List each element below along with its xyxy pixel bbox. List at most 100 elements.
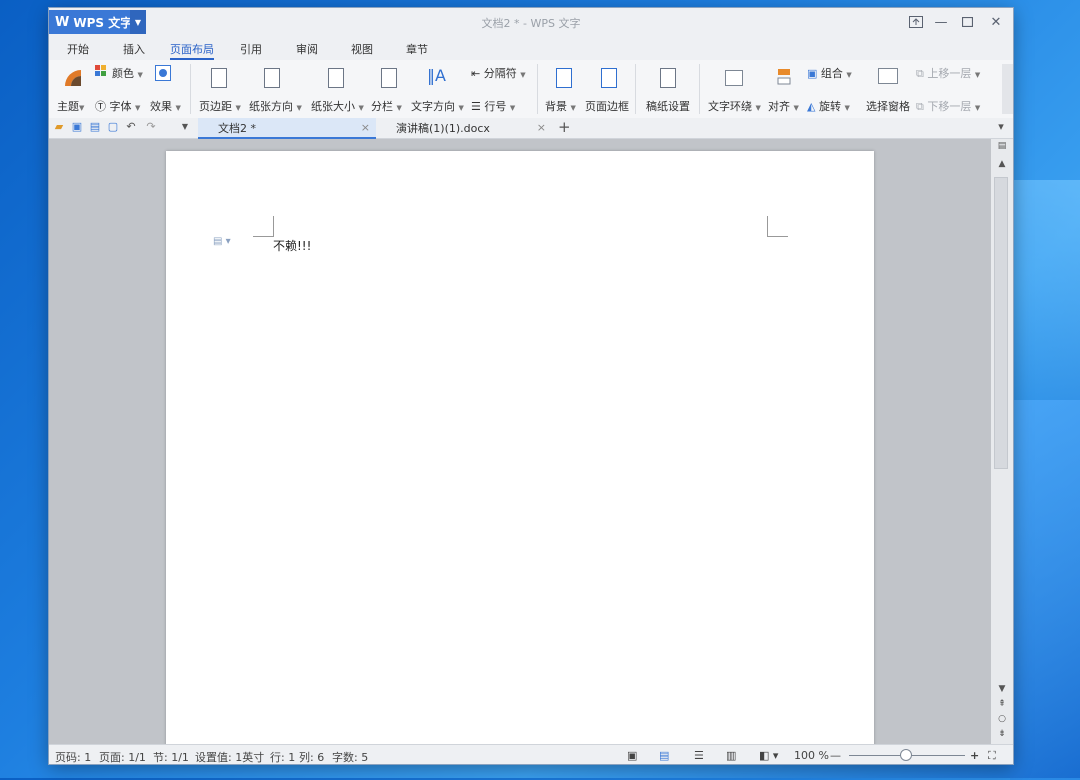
- ribbon-divider: [537, 64, 538, 114]
- zoom-in-icon[interactable]: +: [970, 749, 979, 762]
- split-view-icon[interactable]: ▤: [991, 141, 1013, 151]
- theme-label: 主题: [57, 100, 79, 113]
- document-text[interactable]: 不赖!!!: [273, 237, 311, 254]
- color-scheme-icon[interactable]: [95, 65, 107, 80]
- line-numbers-button[interactable]: ☰ 行号 ▼: [471, 98, 515, 114]
- ribbon-collapse-icon[interactable]: ▾: [995, 121, 1007, 133]
- status-bar: 页码: 1 页面: 1/1 节: 1/1 设置值: 1英寸 行: 1 列: 6 …: [49, 744, 1013, 764]
- menu-home[interactable]: 开始: [67, 41, 89, 57]
- menu-references[interactable]: 引用: [240, 41, 262, 57]
- undo-icon[interactable]: ↶: [125, 121, 137, 133]
- paragraph-options-icon[interactable]: ▤ ▾: [213, 236, 231, 247]
- vertical-scrollbar[interactable]: ▤ ▲ ▼ ⇞ ○ ⇟: [991, 139, 1013, 744]
- menu-review[interactable]: 审阅: [296, 41, 318, 57]
- background-icon[interactable]: [556, 68, 572, 88]
- open-folder-icon[interactable]: ▰: [53, 121, 65, 133]
- document-page[interactable]: ▤ ▾ 不赖!!!: [166, 151, 874, 751]
- full-screen-icon[interactable]: ▣: [627, 749, 637, 762]
- close-button[interactable]: ✕: [985, 12, 1007, 32]
- send-backward-button[interactable]: ⧉ 下移一层 ▼: [916, 98, 980, 114]
- bring-forward-button[interactable]: ⧉ 上移一层 ▼: [916, 65, 980, 81]
- theme-icon[interactable]: [63, 68, 83, 91]
- tab-label: 文档2 *: [218, 121, 256, 135]
- new-tab-icon[interactable]: +: [558, 120, 571, 135]
- bring-forward-icon: ⧉: [916, 67, 924, 80]
- line-numbers-label: 行号: [484, 100, 507, 113]
- scroll-down-icon[interactable]: ▼: [991, 684, 1013, 694]
- effect-label: 效果: [150, 100, 172, 113]
- print-preview-icon[interactable]: ▢: [107, 121, 119, 133]
- print-icon[interactable]: ▤: [89, 121, 101, 133]
- previous-page-icon[interactable]: ⇞: [991, 699, 1013, 709]
- page-view-icon[interactable]: ▤: [659, 749, 669, 762]
- minimize-button[interactable]: —: [930, 12, 952, 32]
- align-button[interactable]: 对齐 ▼: [768, 98, 799, 114]
- outline-view-icon[interactable]: ☰: [694, 749, 704, 762]
- line-numbers-icon: ☰: [471, 100, 481, 113]
- manuscript-icon[interactable]: [660, 68, 676, 88]
- group-label: 组合: [820, 67, 843, 80]
- margins-button[interactable]: 页边距 ▼: [199, 98, 241, 114]
- orientation-button[interactable]: 纸张方向 ▼: [249, 98, 302, 114]
- rotate-button[interactable]: ◭ 旋转 ▼: [807, 98, 850, 114]
- color-button[interactable]: 颜色 ▼: [112, 65, 143, 81]
- menu-insert[interactable]: 插入: [123, 41, 145, 57]
- text-direction-icon[interactable]: ‖A: [427, 66, 446, 85]
- pin-window-icon[interactable]: [905, 12, 927, 32]
- selection-pane-icon[interactable]: [878, 68, 898, 84]
- tab-speech-docx[interactable]: 演讲稿(1)(1).docx ×: [376, 118, 552, 137]
- orientation-icon[interactable]: [264, 68, 280, 88]
- quick-access-bar: ▰ ▣ ▤ ▢ ↶ ↷ ▼ 文档2 * × 演讲稿(1)(1).docx × +…: [49, 118, 1013, 139]
- ribbon-scroll-right[interactable]: [1002, 64, 1013, 114]
- font-icon: Ⓣ: [95, 100, 106, 113]
- redo-icon[interactable]: ↷: [145, 121, 157, 133]
- reading-mode-icon[interactable]: ◧ ▾: [759, 749, 778, 762]
- wrap-text-button[interactable]: 文字环绕 ▼: [708, 98, 761, 114]
- selection-pane-button[interactable]: 选择窗格: [866, 98, 910, 114]
- fit-page-icon[interactable]: ⛶: [988, 749, 996, 763]
- rotate-icon: ◭: [807, 100, 816, 113]
- next-page-icon[interactable]: ⇟: [991, 729, 1013, 739]
- columns-button[interactable]: 分栏 ▼: [371, 98, 402, 114]
- paper-size-button[interactable]: 纸张大小 ▼: [311, 98, 364, 114]
- browse-object-icon[interactable]: ○: [991, 714, 1013, 724]
- effect-preview-icon[interactable]: [155, 65, 171, 81]
- page-border-icon[interactable]: [601, 68, 617, 88]
- wrap-text-label: 文字环绕: [708, 100, 752, 113]
- text-direction-button[interactable]: 文字方向 ▼: [411, 98, 464, 114]
- manuscript-button[interactable]: 稿纸设置: [646, 98, 690, 114]
- save-icon[interactable]: ▣: [71, 121, 83, 133]
- menu-page-layout[interactable]: 页面布局: [170, 41, 214, 60]
- window-title: 文档2 * - WPS 文字: [481, 17, 581, 30]
- menu-chapter[interactable]: 章节: [406, 41, 428, 57]
- web-view-icon[interactable]: ▥: [726, 749, 736, 762]
- zoom-out-icon[interactable]: —: [830, 749, 841, 762]
- effect-button[interactable]: 效果 ▼: [150, 98, 181, 114]
- page-border-button[interactable]: 页面边框: [585, 98, 629, 114]
- close-tab-icon[interactable]: ×: [361, 121, 370, 134]
- align-icon[interactable]: [776, 68, 792, 89]
- rotate-label: 旋转: [818, 100, 841, 113]
- breaks-button[interactable]: ⇤ 分隔符 ▼: [471, 65, 526, 81]
- columns-label: 分栏: [371, 100, 393, 113]
- close-tab-icon[interactable]: ×: [537, 121, 546, 134]
- document-workspace: ▤ ▾ 不赖!!!: [49, 139, 991, 751]
- title-bar: W WPS 文字 ▼ 文档2 * - WPS 文字 — ✕: [49, 8, 1013, 36]
- scroll-up-icon[interactable]: ▲: [991, 159, 1013, 169]
- scrollbar-thumb[interactable]: [994, 177, 1008, 469]
- columns-icon[interactable]: [381, 68, 397, 88]
- background-button[interactable]: 背景 ▼: [545, 98, 576, 114]
- maximize-button[interactable]: [956, 12, 978, 32]
- tab-document2[interactable]: 文档2 * ×: [198, 118, 376, 139]
- font-button[interactable]: Ⓣ 字体 ▼: [95, 98, 140, 114]
- zoom-level[interactable]: 100 %: [794, 749, 829, 762]
- paper-size-icon[interactable]: [328, 68, 344, 88]
- wrap-text-icon[interactable]: [725, 70, 743, 86]
- menu-view[interactable]: 视图: [351, 41, 373, 57]
- group-button[interactable]: ▣ 组合 ▼: [807, 65, 852, 81]
- breaks-label: 分隔符: [483, 67, 517, 80]
- customize-dropdown-icon[interactable]: ▼: [179, 121, 191, 133]
- zoom-slider-thumb[interactable]: [900, 749, 912, 761]
- theme-button[interactable]: 主题▼: [57, 98, 84, 114]
- margins-icon[interactable]: [211, 68, 227, 88]
